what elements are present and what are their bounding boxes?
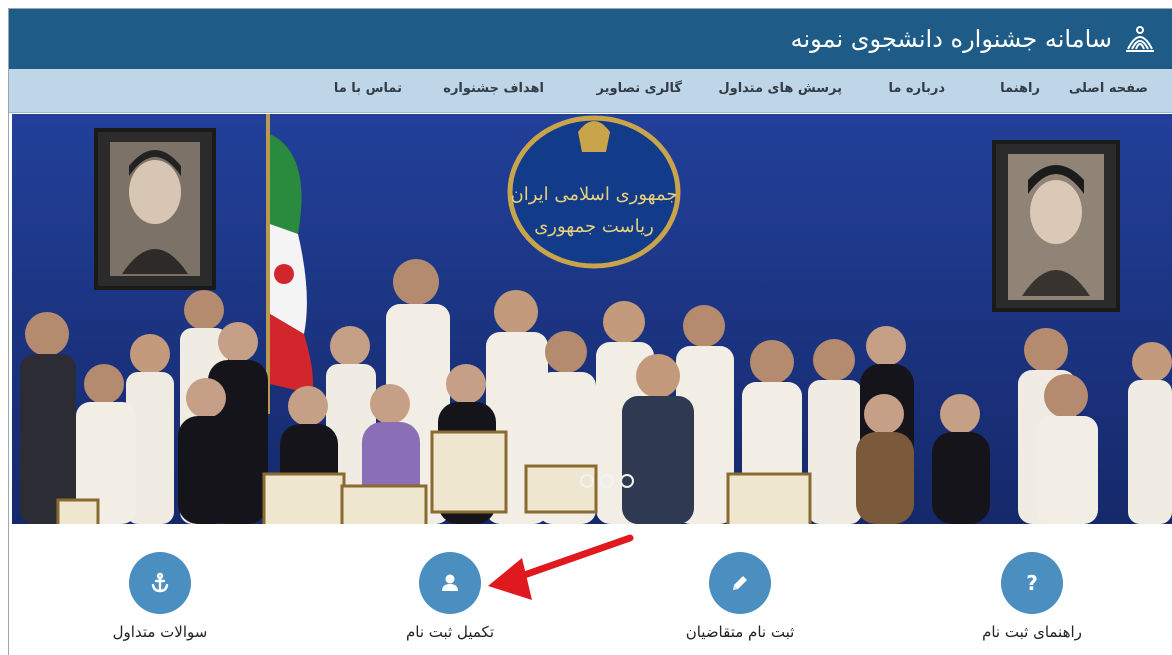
feature-label: ثبت نام متقاضیان (685, 623, 795, 641)
nav-item-gallery[interactable]: گالری تصاویر (597, 81, 682, 96)
slider-dot-2[interactable] (600, 474, 614, 488)
question-icon: ? (1001, 552, 1063, 614)
feature-label: راهنمای ثبت نام (982, 623, 1082, 641)
feature-applicant-registration[interactable]: ثبت نام متقاضیان (630, 552, 850, 641)
anchor-icon (129, 552, 191, 614)
site-header: سامانه جشنواره دانشجوی نمونه (9, 9, 1172, 69)
main-nav: صفحه اصلی راهنما درباره ما پرسش های متدا… (9, 69, 1172, 113)
slider-dot-3[interactable] (620, 474, 634, 488)
slider-dots (580, 474, 634, 488)
nav-item-goals[interactable]: اهداف جشنواره (443, 81, 544, 96)
slider-dot-1[interactable] (580, 474, 594, 488)
nav-item-contact[interactable]: تماس با ما (334, 81, 402, 96)
nav-item-home[interactable]: صفحه اصلی (1069, 81, 1148, 96)
user-icon (419, 552, 481, 614)
nav-item-about[interactable]: درباره ما (888, 81, 945, 96)
emblem-line2: ریاست جمهوری (534, 216, 654, 237)
feature-registration-guide[interactable]: ? راهنمای ثبت نام (922, 552, 1142, 641)
site-title: سامانه جشنواره دانشجوی نمونه (790, 25, 1112, 53)
nav-item-guide[interactable]: راهنما (1000, 81, 1040, 96)
feature-label: سوالات متداول (112, 623, 208, 641)
hero-slider[interactable]: جمهوری اسلامی ایران ریاست جمهوری (12, 114, 1172, 524)
hero-image: جمهوری اسلامی ایران ریاست جمهوری (12, 114, 1172, 524)
annotation-arrow-icon (488, 534, 634, 600)
nav-item-faq[interactable]: پرسش های متداول (718, 81, 842, 96)
pencil-icon (709, 552, 771, 614)
university-logo-icon[interactable] (1122, 21, 1158, 57)
feature-label: تکمیل ثبت نام (405, 623, 494, 641)
feature-faq[interactable]: سوالات متداول (50, 552, 270, 641)
emblem-line1: جمهوری اسلامی ایران (511, 184, 678, 205)
